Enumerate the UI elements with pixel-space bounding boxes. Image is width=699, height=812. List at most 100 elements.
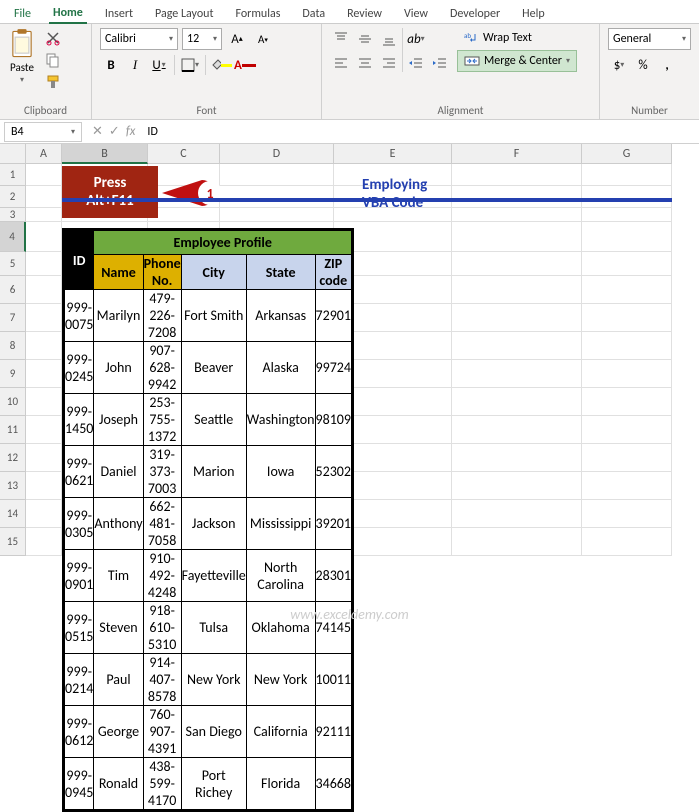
col-header-f[interactable]: F	[452, 144, 582, 164]
cell[interactable]	[220, 222, 334, 252]
cell[interactable]	[26, 276, 62, 304]
menu-review[interactable]: Review	[343, 5, 386, 23]
cell[interactable]	[148, 252, 220, 276]
cell[interactable]	[62, 332, 148, 360]
merge-center-button[interactable]: Merge & Center▾	[457, 50, 577, 72]
comma-button[interactable]: ,	[656, 54, 678, 76]
cell[interactable]	[220, 500, 334, 528]
align-right-button[interactable]	[378, 52, 400, 74]
fx-icon[interactable]: fx	[126, 124, 136, 139]
cell[interactable]	[452, 472, 582, 500]
cell[interactable]	[334, 304, 452, 332]
cell-city[interactable]: Tulsa	[181, 602, 246, 654]
cell[interactable]	[148, 208, 220, 222]
cell-state[interactable]: New York	[246, 654, 315, 706]
cell[interactable]	[62, 472, 148, 500]
bold-button[interactable]: B	[100, 54, 122, 76]
menu-formulas[interactable]: Formulas	[231, 5, 284, 23]
wrap-text-button[interactable]: abWrap Text	[457, 28, 577, 48]
row-header-3[interactable]: 3	[0, 208, 26, 222]
cell[interactable]	[334, 388, 452, 416]
cell[interactable]	[582, 186, 672, 208]
cell[interactable]	[62, 360, 148, 388]
cell-id[interactable]: 999-0901	[65, 550, 94, 602]
cell-name[interactable]: Paul	[94, 654, 143, 706]
cell[interactable]	[26, 388, 62, 416]
border-button[interactable]: ▾	[179, 54, 201, 76]
cell[interactable]	[334, 360, 452, 388]
cell[interactable]	[62, 444, 148, 472]
cell-phone[interactable]: 914-407-8578	[143, 654, 181, 706]
cell-name[interactable]: Ronald	[94, 758, 143, 810]
cell-city[interactable]: San Diego	[181, 706, 246, 758]
cell[interactable]	[582, 304, 672, 332]
row-header-6[interactable]: 6	[0, 276, 26, 304]
cell-zip[interactable]: 34668	[315, 758, 351, 810]
cell[interactable]	[148, 472, 220, 500]
cell[interactable]	[26, 186, 62, 208]
cell[interactable]	[452, 186, 582, 208]
decrease-indent-button[interactable]	[405, 52, 427, 74]
cell[interactable]	[220, 388, 334, 416]
row-header-12[interactable]: 12	[0, 444, 26, 472]
col-header-c[interactable]: C	[148, 144, 220, 164]
cell[interactable]	[220, 444, 334, 472]
cell-phone[interactable]: 910-492-4248	[143, 550, 181, 602]
cell[interactable]	[26, 332, 62, 360]
cell[interactable]	[220, 416, 334, 444]
cell[interactable]	[452, 388, 582, 416]
font-size-combo[interactable]: 12▾	[182, 28, 222, 50]
menu-developer[interactable]: Developer	[446, 5, 504, 23]
cell[interactable]	[452, 416, 582, 444]
cell[interactable]	[582, 252, 672, 276]
cell-phone[interactable]: 918-610-5310	[143, 602, 181, 654]
cell[interactable]	[452, 252, 582, 276]
row-header-15[interactable]: 15	[0, 528, 26, 556]
cell[interactable]	[334, 186, 452, 208]
cell-zip[interactable]: 28301	[315, 550, 351, 602]
cell[interactable]	[452, 208, 582, 222]
cell[interactable]	[582, 444, 672, 472]
copy-button[interactable]	[42, 50, 64, 70]
cell-zip[interactable]: 10011	[315, 654, 351, 706]
paste-button[interactable]: Paste ▾	[8, 28, 36, 85]
cell-phone[interactable]: 760-907-4391	[143, 706, 181, 758]
menu-home[interactable]: Home	[49, 4, 87, 24]
cell[interactable]	[582, 208, 672, 222]
cell[interactable]	[148, 416, 220, 444]
cell[interactable]	[26, 304, 62, 332]
cell[interactable]	[220, 208, 334, 222]
cell[interactable]	[452, 304, 582, 332]
menu-page-layout[interactable]: Page Layout	[151, 5, 217, 23]
col-header-e[interactable]: E	[334, 144, 452, 164]
cell[interactable]	[62, 304, 148, 332]
cell[interactable]	[26, 360, 62, 388]
cell[interactable]	[26, 528, 62, 556]
cell-name[interactable]: Steven	[94, 602, 143, 654]
format-painter-button[interactable]	[42, 72, 64, 92]
orientation-button[interactable]: ab▾	[405, 28, 427, 50]
align-top-button[interactable]	[330, 28, 352, 50]
cell[interactable]	[452, 444, 582, 472]
menu-insert[interactable]: Insert	[101, 5, 137, 23]
row-header-7[interactable]: 7	[0, 304, 26, 332]
align-bottom-button[interactable]	[378, 28, 400, 50]
cell[interactable]	[582, 360, 672, 388]
cell[interactable]	[62, 528, 148, 556]
cell[interactable]	[220, 186, 334, 208]
menu-view[interactable]: View	[400, 5, 432, 23]
cell[interactable]	[148, 444, 220, 472]
cell[interactable]	[62, 500, 148, 528]
row-header-11[interactable]: 11	[0, 416, 26, 444]
select-all-corner[interactable]	[0, 144, 26, 164]
cell[interactable]	[220, 304, 334, 332]
cell[interactable]	[148, 222, 220, 252]
cell[interactable]	[452, 222, 582, 252]
formula-input[interactable]: ID	[141, 125, 699, 139]
cut-button[interactable]	[42, 28, 64, 48]
row-header-14[interactable]: 14	[0, 500, 26, 528]
cell[interactable]	[26, 500, 62, 528]
cancel-formula-icon[interactable]: ✕	[92, 124, 103, 139]
cell[interactable]	[582, 472, 672, 500]
col-header-d[interactable]: D	[220, 144, 334, 164]
